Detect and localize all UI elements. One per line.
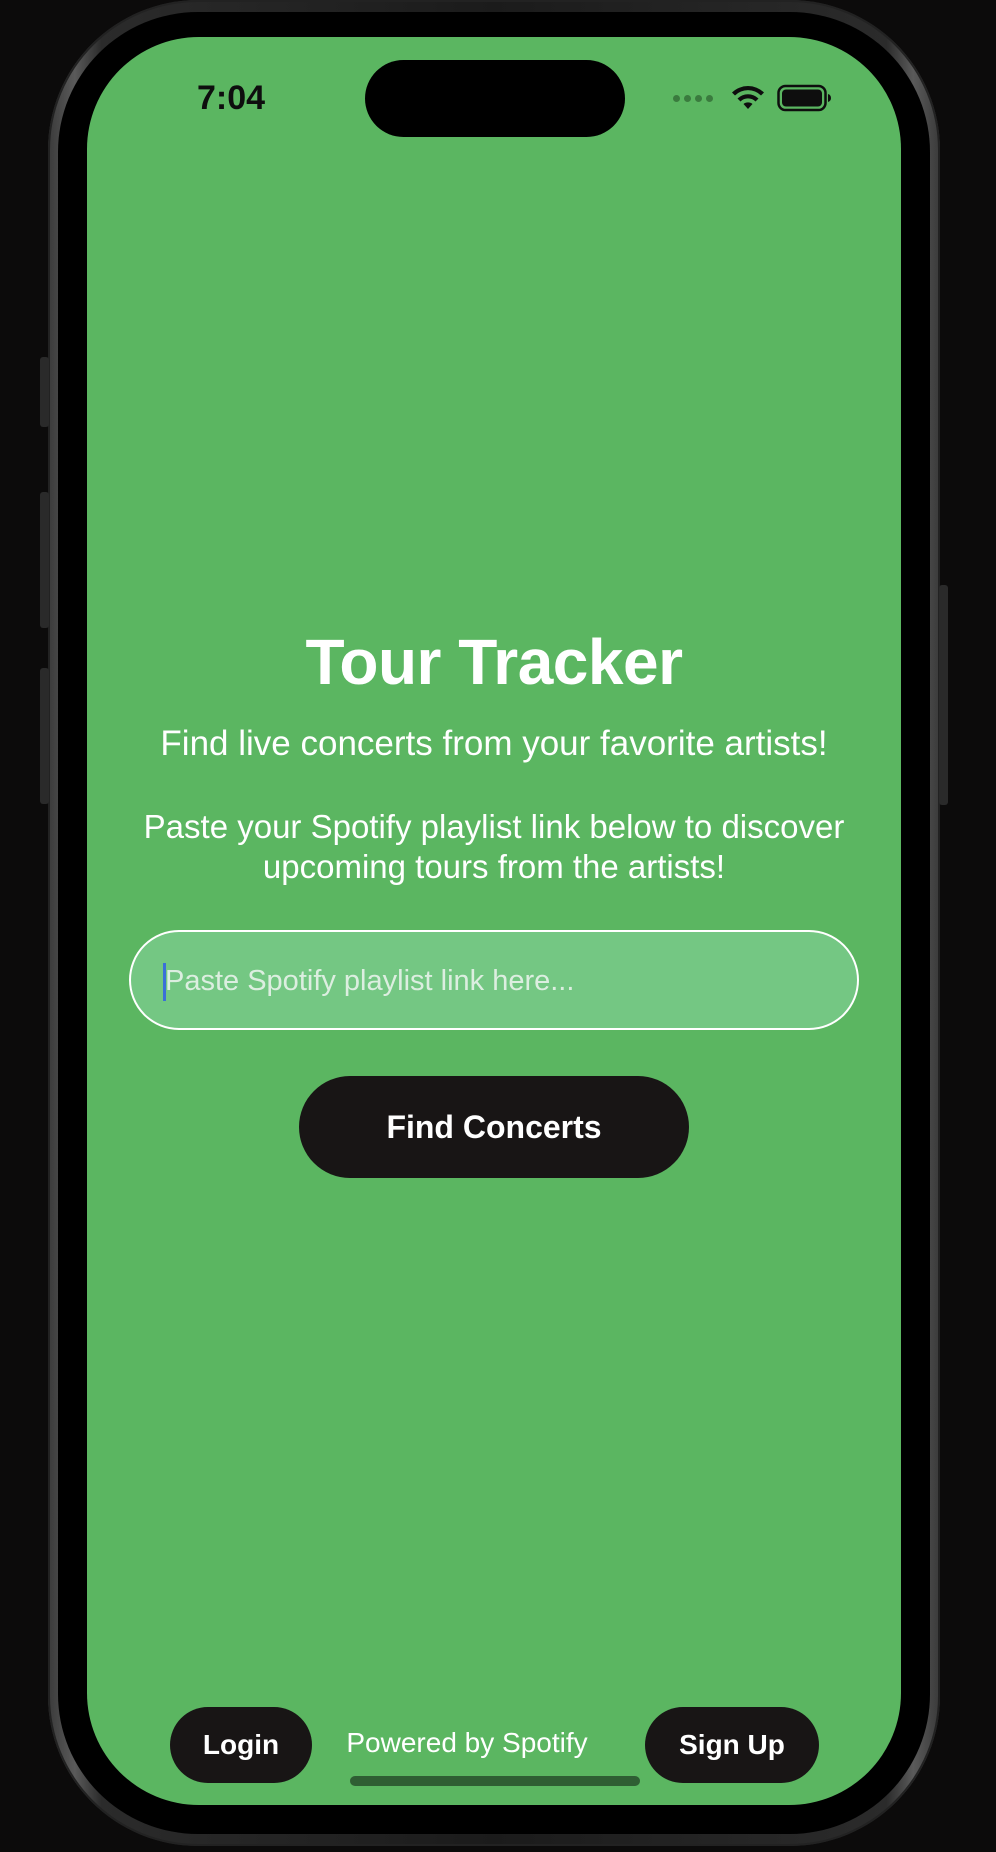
status-indicators [673, 83, 833, 113]
powered-by-text: Powered by Spotify [346, 1727, 588, 1758]
wifi-icon [731, 85, 765, 111]
app-subtitle: Find live concerts from your favorite ar… [160, 724, 828, 763]
signup-button[interactable]: Sign Up [645, 1707, 819, 1783]
cellular-signal-icon [673, 94, 713, 102]
battery-full-icon [777, 84, 833, 112]
text-caret [163, 963, 166, 1001]
instructions-text: Paste your Spotify playlist link below t… [143, 808, 845, 885]
app-title: Tour Tracker [305, 626, 683, 698]
playlist-link-input[interactable] [163, 932, 827, 1030]
volume-down-button [40, 668, 49, 804]
app-screen: 7:04 Tour Tracker Find live concerts fro… [87, 37, 901, 1805]
find-concerts-button[interactable]: Find Concerts [299, 1076, 689, 1178]
power-button [939, 585, 948, 805]
volume-up-button [40, 492, 49, 628]
playlist-link-field[interactable] [129, 930, 859, 1030]
login-button[interactable]: Login [170, 1707, 312, 1783]
silent-switch [40, 357, 49, 427]
dynamic-island [365, 60, 625, 137]
status-time: 7:04 [197, 79, 266, 117]
home-indicator[interactable] [350, 1776, 640, 1786]
device-stage: 7:04 Tour Tracker Find live concerts fro… [0, 0, 996, 1852]
